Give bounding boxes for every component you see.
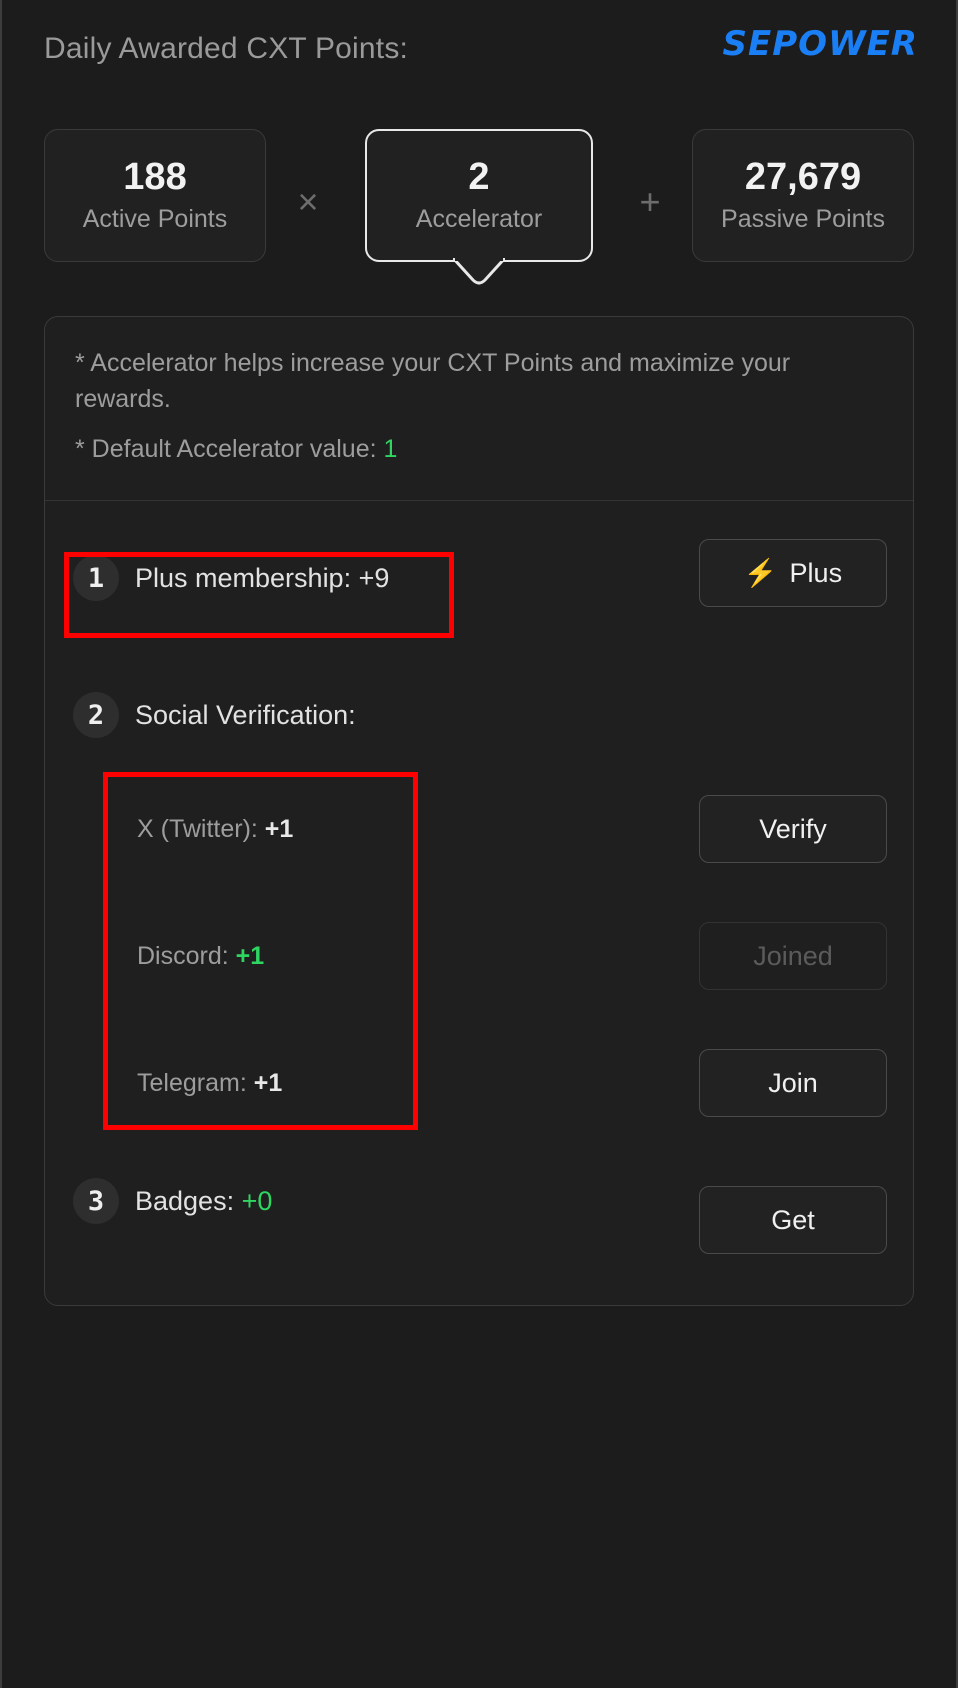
- social-item-discord: Discord: +1: [137, 942, 264, 971]
- step-badge-2: 2: [73, 692, 119, 738]
- badges-left: 3 Badges: +0: [73, 1178, 272, 1224]
- social-verification-label: Social Verification:: [135, 699, 356, 730]
- telegram-label: Telegram:: [137, 1069, 247, 1097]
- accelerator-detail-panel: * Accelerator helps increase your CXT Po…: [44, 316, 914, 1306]
- panel-divider: [45, 500, 913, 501]
- plus-button-label: Plus: [789, 557, 843, 588]
- verify-button[interactable]: Verify: [699, 795, 887, 863]
- app-screen: Daily Awarded CXT Points: SEPOWER 188 Ac…: [0, 0, 958, 1688]
- get-button-label: Get: [771, 1204, 815, 1235]
- step-badge-1: 1: [73, 555, 119, 601]
- multiply-operator-icon: ×: [297, 181, 319, 222]
- accelerator-note-2-prefix: * Default Accelerator value:: [75, 435, 377, 463]
- social-item-telegram: Telegram: +1: [137, 1069, 282, 1098]
- social-verification-left: 2 Social Verification:: [73, 692, 356, 738]
- plus-membership-left: 1 Plus membership: +9: [73, 555, 389, 601]
- plus-button[interactable]: ⚡ Plus: [699, 539, 887, 607]
- accelerator-label: Accelerator: [415, 204, 543, 233]
- brand-logo: SEPOWER: [722, 24, 918, 64]
- accelerator-tooltip-wrap: 2 Accelerator: [365, 129, 593, 285]
- twitter-label: X (Twitter):: [137, 815, 258, 843]
- page-title: Daily Awarded CXT Points:: [44, 32, 409, 65]
- accelerator-value: 2: [468, 156, 490, 199]
- join-button-label: Join: [768, 1067, 818, 1098]
- passive-points-value: 27,679: [744, 156, 862, 199]
- plus-operator-icon: +: [639, 181, 661, 222]
- discord-value: +1: [235, 942, 265, 970]
- header: Daily Awarded CXT Points: SEPOWER: [2, 24, 956, 84]
- active-points-value: 188: [123, 156, 187, 199]
- joined-button-label: Joined: [753, 940, 833, 971]
- telegram-value: +1: [253, 1069, 283, 1097]
- discord-label: Discord:: [137, 942, 229, 970]
- row-social-verification: 2 Social Verification:: [73, 692, 913, 738]
- passive-points-label: Passive Points: [721, 204, 885, 233]
- accelerator-default-value: 1: [383, 435, 398, 463]
- active-points-label: Active Points: [82, 204, 228, 233]
- plus-membership-label: Plus membership: +9: [135, 562, 390, 593]
- badges-label: Badges: +0: [135, 1186, 272, 1217]
- get-button[interactable]: Get: [699, 1186, 887, 1254]
- bolt-icon: ⚡: [743, 557, 778, 588]
- badges-value: +0: [241, 1185, 273, 1216]
- verify-button-label: Verify: [759, 813, 827, 844]
- twitter-value: +1: [264, 815, 294, 843]
- step-badge-3: 3: [73, 1178, 119, 1224]
- accelerator-card[interactable]: 2 Accelerator: [365, 129, 593, 285]
- tooltip-pointer-icon: [453, 258, 505, 286]
- joined-button: Joined: [699, 922, 887, 990]
- accelerator-note-2: * Default Accelerator value: 1: [75, 435, 397, 464]
- active-points-card[interactable]: 188 Active Points: [44, 129, 266, 262]
- badges-label-text: Badges:: [135, 1185, 235, 1216]
- join-button[interactable]: Join: [699, 1049, 887, 1117]
- points-formula-row: 188 Active Points × 2 Accelerator + 27,6…: [44, 129, 914, 291]
- passive-points-card[interactable]: 27,679 Passive Points: [692, 129, 914, 262]
- accelerator-note-1: * Accelerator helps increase your CXT Po…: [75, 349, 791, 414]
- social-item-twitter: X (Twitter): +1: [137, 815, 293, 844]
